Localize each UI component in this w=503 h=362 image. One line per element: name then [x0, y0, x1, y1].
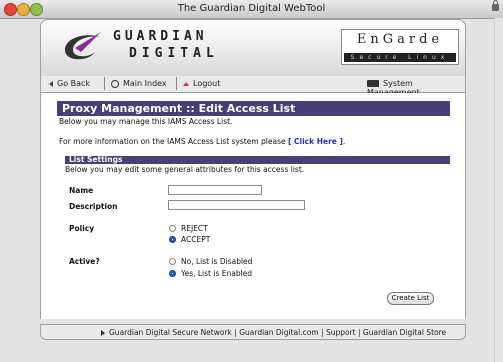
description-label: Description	[69, 202, 118, 211]
active-label: Active?	[69, 257, 100, 266]
active-enabled-label: Yes, List is Enabled	[181, 269, 253, 278]
engarde-title: EnGarde	[356, 32, 444, 47]
main-content: Proxy Management :: Edit Access List Bel…	[40, 93, 466, 319]
active-disabled-radio[interactable]	[169, 258, 176, 265]
policy-accept-radio[interactable]	[169, 236, 176, 243]
footer-link-secure-network[interactable]: Guardian Digital Secure Network	[109, 328, 232, 337]
site-header: GUARDIAN DIGITAL EnGarde Secure Linux	[40, 19, 466, 77]
engarde-subtitle: Secure Linux	[344, 53, 456, 62]
policy-reject-radio[interactable]	[169, 225, 176, 232]
name-label: Name	[69, 186, 94, 195]
intro-text: Below you may manage this IAMS Access Li…	[59, 117, 233, 126]
logout-arrow-icon	[183, 81, 189, 86]
active-enabled-radio[interactable]	[169, 270, 176, 277]
list-settings-header: List Settings	[65, 156, 450, 164]
window-title: The Guardian Digital WebTool	[177, 3, 326, 14]
browser-window: The Guardian Digital WebTool GUARDIAN DI…	[0, 0, 503, 362]
click-here-link[interactable]: [ Click Here ]	[288, 137, 343, 146]
name-input[interactable]	[168, 185, 262, 195]
go-back-link[interactable]: Go Back	[49, 79, 90, 88]
lock-icon	[492, 0, 499, 11]
system-management-icon	[367, 80, 379, 87]
top-nav-bar: Go Back Main Index Logout System Managem…	[40, 76, 466, 97]
nav-separator	[176, 77, 177, 90]
active-disabled-label: No, List is Disabled	[181, 257, 253, 266]
create-list-button[interactable]: Create List	[387, 292, 434, 305]
footer-link-guardian-digital-com[interactable]: Guardian Digital.com	[239, 328, 318, 337]
footer-arrow-icon	[101, 330, 105, 336]
nav-separator	[104, 77, 105, 90]
back-arrow-icon	[49, 80, 53, 87]
policy-reject-label: REJECT	[181, 224, 208, 233]
brand-top-text: GUARDIAN	[113, 29, 208, 44]
engarde-logo: EnGarde Secure Linux	[341, 29, 459, 65]
home-icon	[111, 79, 119, 88]
footer-bar: Guardian Digital Secure Network | Guardi…	[40, 324, 466, 340]
footer-links: Guardian Digital Secure Network | Guardi…	[101, 328, 446, 337]
footer-link-support[interactable]: Support	[326, 328, 356, 337]
description-input[interactable]	[168, 200, 305, 210]
policy-label: Policy	[69, 224, 95, 233]
main-index-link[interactable]: Main Index	[111, 79, 167, 88]
guardian-digital-logo-icon	[65, 32, 101, 60]
window-titlebar: The Guardian Digital WebTool	[0, 0, 503, 19]
brand-bottom-text: DIGITAL	[129, 46, 219, 61]
info-text: For more information on the IAMS Access …	[59, 137, 346, 146]
policy-accept-label: ACCEPT	[181, 235, 211, 244]
list-settings-description: Below you may edit some general attribut…	[65, 165, 305, 174]
logout-link[interactable]: Logout	[183, 79, 220, 88]
footer-link-store[interactable]: Guardian Digital Store	[363, 328, 446, 337]
page-title: Proxy Management :: Edit Access List	[57, 101, 450, 116]
vertical-scrollbar[interactable]	[494, 18, 503, 362]
